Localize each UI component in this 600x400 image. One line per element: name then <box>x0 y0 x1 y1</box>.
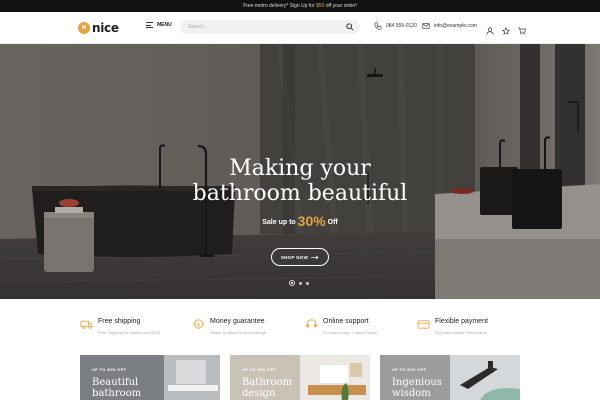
feature-title: Free shipping <box>98 318 141 325</box>
phone-contact[interactable]: 084 555-0120 <box>374 22 417 30</box>
feature-subtitle: Within 30 days for an exchange. <box>210 330 268 335</box>
feature-subtitle: 24 hours a day, 7 days a week <box>323 330 377 335</box>
menu-label: MENU <box>157 22 172 28</box>
search-input[interactable] <box>188 22 338 32</box>
hamburger-icon <box>146 22 153 28</box>
phone-number: 084 555-0120 <box>386 23 417 29</box>
email-icon <box>422 23 430 29</box>
promo-title: Beautiful bathroom <box>92 377 142 399</box>
feature-free-shipping: Free shipping Free Shipping for orders o… <box>80 314 200 338</box>
promo-text-end: off your order! <box>324 3 357 9</box>
logo[interactable]: N nice <box>78 21 119 35</box>
hero-title-line-1: Making your <box>229 156 371 181</box>
hero-title-line-2: bathroom beautiful <box>192 181 408 206</box>
sale-suffix: Off <box>325 219 338 226</box>
promo-tag: UP TO 20% OFF <box>242 367 277 372</box>
feature-title: Money guarantee <box>210 318 265 325</box>
feature-title: Flexible payment <box>435 318 488 325</box>
logo-text: nice <box>92 21 119 35</box>
email-address: info@example.com <box>434 23 477 29</box>
feature-subtitle: Free Shipping for orders over $130 <box>98 330 161 335</box>
user-icon[interactable] <box>486 22 494 35</box>
sale-percent: 30% <box>297 213 326 229</box>
feature-money-guarantee: $ Money guarantee Within 30 days for an … <box>192 314 312 338</box>
hero-sale-text: Sale up to 30% Off <box>0 213 600 229</box>
svg-text:$: $ <box>197 322 201 328</box>
search-bar <box>180 20 360 34</box>
arrow-right-icon <box>311 255 319 259</box>
search-icon[interactable] <box>346 23 354 31</box>
features-row: Free shipping Free Shipping for orders o… <box>0 314 600 344</box>
slider-dot-3[interactable] <box>306 281 309 285</box>
slider-dots <box>289 280 309 286</box>
sale-prefix: Sale up to <box>262 219 298 226</box>
promo-tag: UP TO 30% OFF <box>92 367 127 372</box>
wishlist-icon[interactable] <box>501 22 511 35</box>
site-header: N nice MENU 084 555-0120 info@example.co… <box>0 12 600 44</box>
promo-text-start: Free metro delivery* Sign Up for <box>243 3 317 9</box>
cart-icon[interactable] <box>518 22 526 35</box>
promo-card-beautiful-bathroom[interactable]: UP TO 30% OFF Beautiful bathroom <box>80 355 220 400</box>
slider-dot-1[interactable] <box>289 280 295 286</box>
feature-flexible-payment: Flexible payment Pay with multiple credi… <box>417 314 537 338</box>
promo-card-bathroom-design[interactable]: UP TO 20% OFF Bathroom design <box>230 355 370 400</box>
menu-button[interactable]: MENU <box>146 22 172 28</box>
feature-subtitle: Pay with multiple credit cards <box>435 330 487 335</box>
support-icon <box>306 319 317 328</box>
truck-icon <box>80 320 93 329</box>
promo-card-ingenious-wisdom[interactable]: UP TO 50% OFF Ingenious wisdom <box>380 355 520 400</box>
promo-highlight: $50 <box>316 3 325 9</box>
phone-icon <box>374 22 382 30</box>
email-contact[interactable]: info@example.com <box>422 22 477 30</box>
header-actions <box>486 22 526 35</box>
shop-now-button[interactable]: SHOP NOW <box>271 248 329 266</box>
promo-bar: Free metro delivery* Sign Up for $50 off… <box>0 0 600 12</box>
credit-card-icon <box>417 320 430 329</box>
logo-mark: N <box>78 22 90 34</box>
promo-title: Ingenious wisdom <box>392 377 442 399</box>
promo-tag: UP TO 50% OFF <box>392 367 427 372</box>
hero-title: Making your bathroom beautiful <box>0 156 600 206</box>
feature-title: Online support <box>323 318 369 325</box>
promo-title: Bathroom design <box>242 377 293 399</box>
feature-online-support: Online support 24 hours a day, 7 days a … <box>305 314 425 338</box>
shop-now-label: SHOP NOW <box>280 254 309 260</box>
slider-dot-2[interactable] <box>299 281 302 285</box>
hero-banner: Making your bathroom beautiful Sale up t… <box>0 44 600 299</box>
money-icon: $ <box>193 319 204 329</box>
